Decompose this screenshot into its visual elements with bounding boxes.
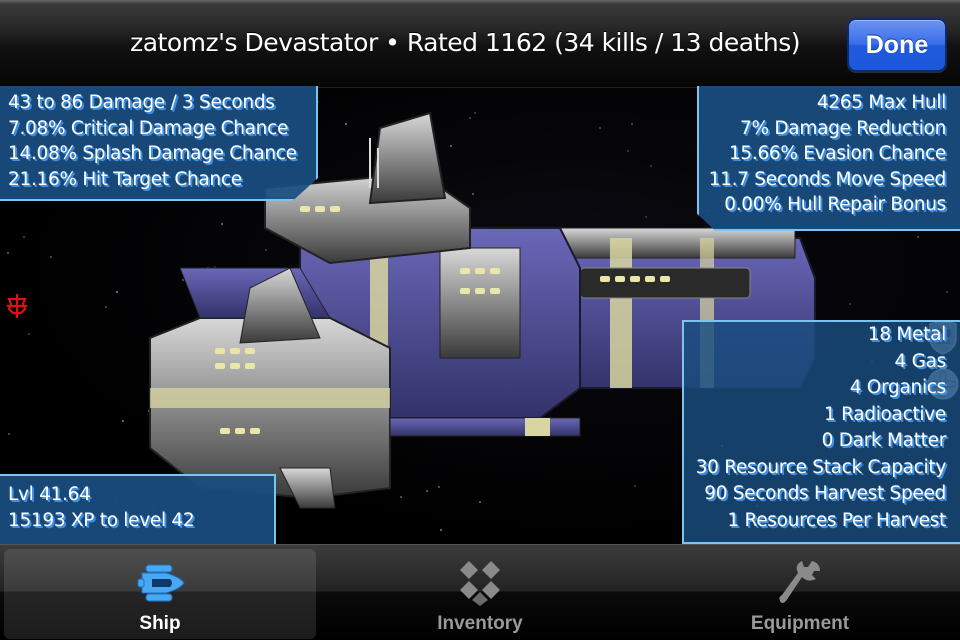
stat-damage-reduction: 7% Damage Reduction — [740, 117, 946, 139]
wrench-icon — [779, 561, 820, 603]
tab-ship[interactable]: Ship — [4, 549, 316, 639]
level-value: Lvl 41.64 — [8, 484, 91, 505]
tab-equipment-label: Equipment — [750, 613, 850, 634]
boxes-icon — [460, 561, 500, 606]
stat-stack-capacity: 30 Resource Stack Capacity — [695, 456, 947, 478]
tab-ship-label: Ship — [139, 613, 181, 634]
tab-inventory[interactable]: Inventory — [324, 549, 636, 639]
stat-resources-per-harvest: 1 Resources Per Harvest — [727, 509, 946, 531]
tab-equipment[interactable]: Equipment — [644, 549, 956, 639]
stat-hit-chance: 21.16% Hit Target Chance — [8, 168, 242, 190]
stat-max-hull: 4265 Max Hull — [816, 92, 946, 113]
stat-hull-repair: 0.00% Hull Repair Bonus — [724, 194, 946, 215]
xp-to-next-level: 15193 XP to level 42 — [8, 509, 195, 531]
navigation-bar: zatomz's Devastator • Rated 1162 (34 kil… — [0, 0, 960, 88]
stat-splash-chance: 14.08% Splash Damage Chance — [8, 143, 297, 164]
resource-stats-panel: 18 Metal 4 Gas 4 Organics 1 Radioactive … — [682, 320, 960, 544]
done-button[interactable]: Done — [847, 18, 947, 72]
resource-organics: 4 Organics — [849, 377, 947, 398]
tab-inventory-label: Inventory — [437, 613, 523, 634]
stat-evasion: 15.66% Evasion Chance — [728, 143, 946, 164]
level-panel: Lvl 41.64 15193 XP to level 42 — [0, 474, 276, 544]
stat-damage: 43 to 86 Damage / 3 Seconds — [8, 92, 275, 113]
stat-move-speed: 11.7 Seconds Move Speed — [708, 168, 947, 190]
page-title: zatomz's Devastator • Rated 1162 (34 kil… — [130, 28, 800, 57]
faction-emblem-icon[interactable] — [4, 293, 30, 319]
weapon-stats-panel: 43 to 86 Damage / 3 Seconds 7.08% Critic… — [0, 86, 318, 201]
stat-harvest-speed: 90 Seconds Harvest Speed — [704, 483, 946, 504]
resource-metal: 18 Metal — [867, 324, 946, 345]
stat-critical-chance: 7.08% Critical Damage Chance — [8, 117, 289, 139]
resource-gas: 4 Gas — [894, 350, 947, 372]
resource-dark-matter: 0 Dark Matter — [821, 430, 947, 451]
resource-radioactive: 1 Radioactive — [824, 403, 946, 425]
tab-bar: Ship Inventory Equipment — [0, 544, 960, 640]
ship-icon — [137, 564, 185, 602]
defense-stats-panel: 4265 Max Hull 7% Damage Reduction 15.66%… — [697, 86, 960, 231]
